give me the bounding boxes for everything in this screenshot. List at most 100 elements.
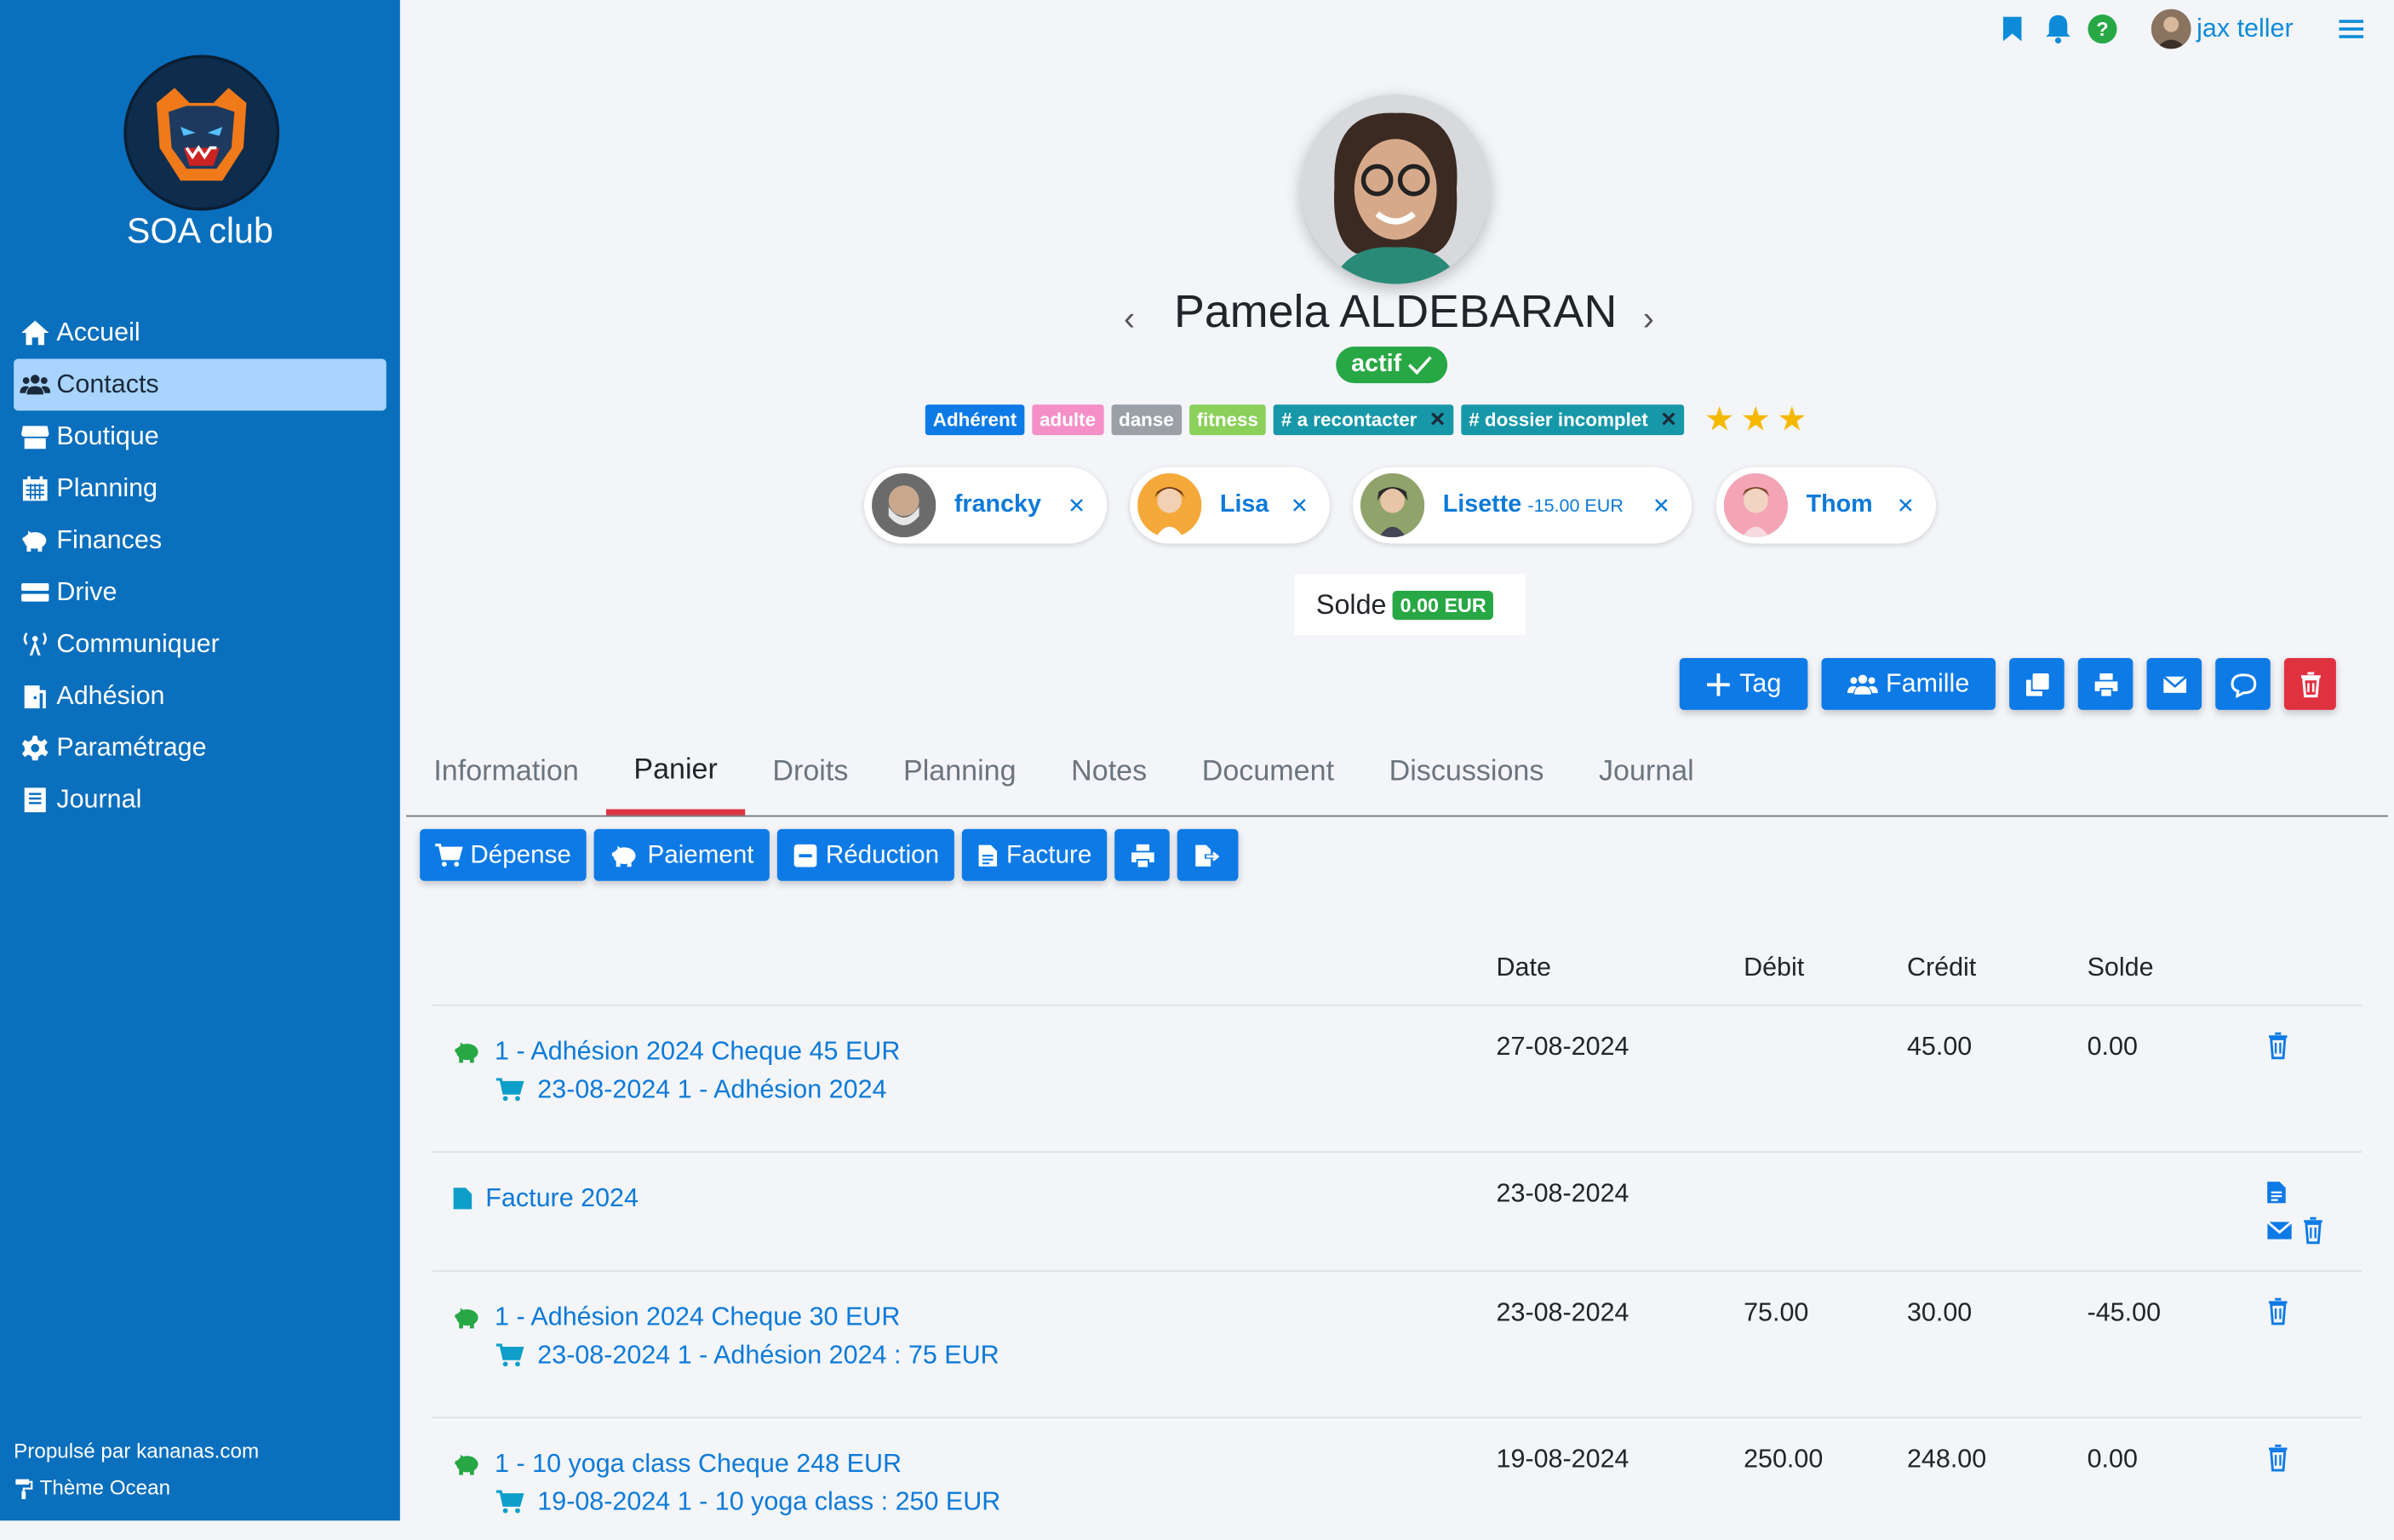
add-tag-button[interactable]: Tag (1679, 657, 1808, 710)
tag-dossier-incomplet[interactable]: # dossier incomplet ✕ (1461, 404, 1685, 436)
family-button[interactable]: Famille (1821, 657, 1996, 710)
sidebar-item-communiquer[interactable]: Communiquer (14, 618, 387, 670)
family-member-avatar (872, 472, 936, 538)
star-icon[interactable]: ★ (1777, 403, 1807, 436)
family-member-chip[interactable]: francky ✕ (864, 467, 1108, 544)
tab-panier[interactable]: Panier (606, 733, 746, 816)
remove-tag-icon[interactable]: ✕ (1429, 408, 1446, 432)
remove-family-member-icon[interactable]: ✕ (1897, 492, 1915, 518)
balance-badge: 0.00 EUR (1392, 590, 1494, 620)
theme-label: Thème Ocean (39, 1476, 171, 1500)
club-logo[interactable] (123, 54, 280, 211)
tab-droits[interactable]: Droits (745, 733, 876, 812)
sidebar: SOA club Accueil Contacts Boutique Plann… (0, 0, 400, 1521)
remove-family-member-icon[interactable]: ✕ (1652, 492, 1670, 518)
bookmark-icon[interactable] (2002, 15, 2023, 43)
next-contact-arrow[interactable]: › (1643, 300, 1654, 340)
top-bar: ? jax teller (2002, 9, 2394, 49)
expense-link[interactable]: 23-08-2024 1 - Adhésion 2024 : 75 EUR (433, 1336, 1493, 1374)
tab-notes[interactable]: Notes (1044, 733, 1175, 812)
tab-journal[interactable]: Journal (1572, 733, 1721, 812)
sidebar-item-journal[interactable]: Journal (14, 774, 387, 826)
expense-link[interactable]: 23-08-2024 1 - Adhésion 2024 (433, 1070, 1493, 1108)
row-actions (2264, 1271, 2362, 1419)
add-discount-button[interactable]: Réduction (776, 828, 955, 881)
print-button[interactable] (2077, 657, 2133, 710)
cart-ledger-table: Date Débit Crédit Solde 1 - Adhésion 202… (432, 930, 2362, 1540)
sidebar-item-planning[interactable]: Planning (14, 462, 387, 514)
tag-adherent[interactable]: Adhérent (925, 404, 1025, 436)
user-menu[interactable]: jax teller (2151, 9, 2294, 49)
message-button[interactable] (2215, 657, 2271, 710)
invoice-icon[interactable] (2265, 1179, 2287, 1206)
tag-a-recontacter[interactable]: # a recontacter ✕ (1273, 404, 1454, 436)
piggy-bank-icon (455, 1307, 478, 1328)
add-payment-button[interactable]: Paiement (593, 828, 770, 881)
remove-family-member-icon[interactable]: ✕ (1068, 492, 1085, 518)
row-solde (2085, 1152, 2265, 1272)
family-member-avatar (1360, 472, 1425, 538)
print-cart-button[interactable] (1114, 828, 1170, 881)
delete-contact-button[interactable] (2283, 657, 2336, 710)
sidebar-item-finances[interactable]: Finances (14, 514, 387, 566)
add-expense-button[interactable]: Dépense (420, 828, 587, 881)
family-member-chip[interactable]: Lisette -15.00 EUR ✕ (1352, 467, 1692, 544)
bell-icon[interactable] (2044, 14, 2071, 44)
sidebar-item-parametrage[interactable]: Paramétrage (14, 722, 387, 774)
sidebar-item-contacts[interactable]: Contacts (14, 358, 387, 411)
sidebar-item-label: Communiquer (56, 628, 220, 658)
user-name: jax teller (2196, 14, 2294, 43)
payment-link[interactable]: 1 - Adhésion 2024 Cheque 45 EUR (433, 1032, 1493, 1070)
theme-switch[interactable]: Thème Ocean (14, 1476, 170, 1499)
row-debit: 250.00 (1744, 1444, 1824, 1474)
help-icon[interactable]: ? (2087, 14, 2117, 44)
users-icon (20, 375, 51, 395)
powered-by[interactable]: Propulsé par kananas.com (14, 1440, 259, 1463)
table-row: 1 - Adhésion 2024 Cheque 30 EUR 23-08-20… (432, 1271, 2362, 1419)
email-button[interactable] (2146, 657, 2202, 710)
tag-fitness[interactable]: fitness (1188, 404, 1266, 436)
tab-discussions[interactable]: Discussions (1361, 733, 1571, 812)
family-member-chip[interactable]: Lisa ✕ (1130, 467, 1331, 544)
tab-information[interactable]: Information (406, 733, 606, 812)
payment-link[interactable]: 1 - Adhésion 2024 Cheque 30 EUR (433, 1297, 1493, 1336)
contact-actions: Tag Famille (1679, 657, 2336, 710)
contact-tabs: Information Panier Droits Planning Notes… (406, 733, 2388, 817)
contact-photo[interactable] (1300, 94, 1491, 284)
cart-actions: Dépense Paiement Réduction Facture (420, 828, 1239, 881)
expense-link[interactable]: 19-08-2024 1 - 10 yoga class : 250 EUR (433, 1482, 1493, 1520)
sidebar-item-drive[interactable]: Drive (14, 566, 387, 618)
family-member-chip[interactable]: Thom ✕ (1715, 467, 1937, 544)
export-cart-button[interactable] (1177, 828, 1239, 881)
col-solde: Solde (2085, 930, 2265, 1006)
sidebar-item-boutique[interactable]: Boutique (14, 410, 387, 462)
payment-link[interactable]: 1 - 10 yoga class Cheque 248 EUR (433, 1445, 1493, 1483)
star-rating[interactable]: ★ ★ ★ (1704, 403, 1807, 436)
tag-adulte[interactable]: adulte (1032, 404, 1104, 436)
invoice-link[interactable]: Facture 2024 (433, 1179, 1493, 1217)
broadcast-icon (23, 632, 47, 656)
sidebar-item-adhesion[interactable]: Adhésion (14, 670, 387, 722)
envelope-icon[interactable] (2265, 1217, 2293, 1244)
trash-icon[interactable] (2265, 1032, 2290, 1060)
svg-text:?: ? (2096, 18, 2108, 40)
trash-icon[interactable] (2265, 1444, 2290, 1472)
star-icon[interactable]: ★ (1741, 403, 1771, 436)
remove-tag-icon[interactable]: ✕ (1660, 408, 1677, 432)
row-description: 1 - Adhésion 2024 Cheque 30 EUR 23-08-20… (432, 1271, 1495, 1419)
row-date: 23-08-2024 (1494, 1152, 1743, 1272)
trash-icon[interactable] (2300, 1217, 2325, 1245)
star-icon[interactable]: ★ (1704, 403, 1734, 436)
tab-document[interactable]: Document (1174, 733, 1361, 812)
create-invoice-button[interactable]: Facture (962, 828, 1108, 881)
hamburger-menu-icon[interactable] (2339, 19, 2364, 40)
status-badge[interactable]: actif (1336, 346, 1447, 384)
table-row: 1 - 10 yoga class Cheque 248 EUR 19-08-2… (432, 1417, 2362, 1539)
tab-planning[interactable]: Planning (876, 733, 1044, 812)
tag-danse[interactable]: danse (1111, 404, 1182, 436)
piggy-bank-icon (22, 530, 47, 552)
duplicate-button[interactable] (2009, 657, 2065, 710)
cart-icon (495, 1489, 524, 1513)
trash-icon[interactable] (2265, 1297, 2290, 1325)
remove-family-member-icon[interactable]: ✕ (1291, 492, 1309, 518)
